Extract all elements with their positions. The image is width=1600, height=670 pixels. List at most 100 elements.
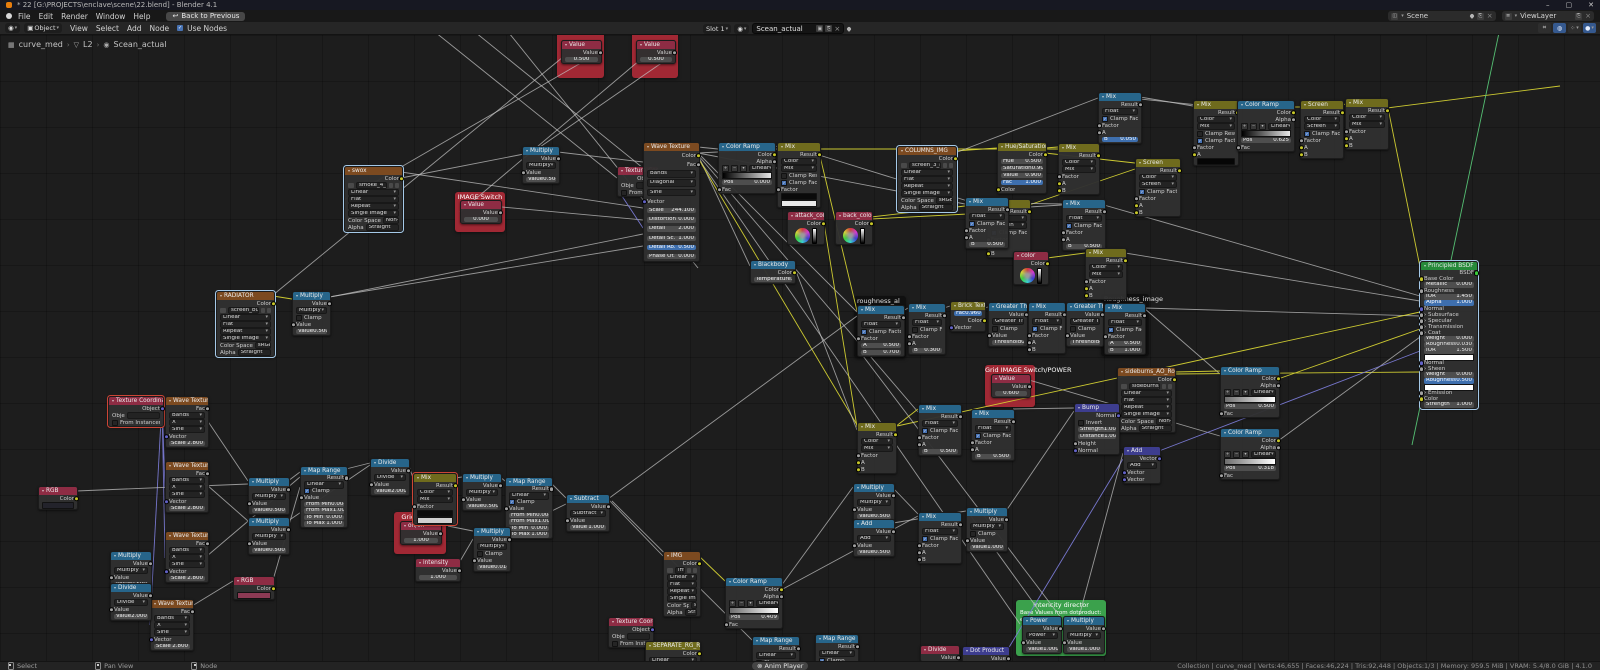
dropdown-alpha[interactable]: Straight xyxy=(1138,424,1172,433)
collapse-icon[interactable]: ▾ xyxy=(922,405,924,413)
node-mix[interactable]: ▾ Mix Result Color ▾ Mix ▾ Factor A B xyxy=(1056,143,1102,195)
value-slider[interactable] xyxy=(859,227,865,244)
checkbox-clamp[interactable]: ✓ xyxy=(819,657,825,661)
node-wave-texture[interactable]: ▾Wave TextureFacBands▾X▾Sine▾VectorScale… xyxy=(163,531,211,583)
value-slider-scale[interactable]: Scale 2.800 xyxy=(169,505,205,512)
color-swatch[interactable] xyxy=(417,517,453,524)
collapse-icon[interactable]: ▾ xyxy=(649,642,651,650)
socket[interactable] xyxy=(108,574,115,581)
ramp-tool-button[interactable]: − xyxy=(1250,123,1257,130)
socket[interactable] xyxy=(906,333,913,340)
checkbox-from-instancer[interactable] xyxy=(621,189,627,196)
node-header[interactable]: ▾Mix xyxy=(1105,304,1145,312)
socket[interactable] xyxy=(1083,292,1090,299)
editor-menu-view[interactable]: View xyxy=(66,24,92,33)
node-wave-texture[interactable]: ▾ Wave Texture Color Fac Bands ▾ Diagonal ▾ Sine… xyxy=(641,142,702,263)
checkbox-clamp-factor[interactable]: ✓ xyxy=(861,328,867,335)
node-header[interactable]: ▾Mix xyxy=(966,198,1008,206)
socket[interactable] xyxy=(1026,383,1033,390)
viewlayer-selector[interactable]: ≣ ▾ ViewLayer ⎘ × xyxy=(1501,11,1594,21)
node-header[interactable]: ▾ Color Ramp xyxy=(1221,429,1279,437)
node-header[interactable]: ▾ Map Range xyxy=(506,478,552,486)
scene-selector[interactable]: ◫ ▾ Scene ⎘ × xyxy=(1388,11,1496,21)
socket[interactable] xyxy=(497,209,504,216)
socket[interactable] xyxy=(270,585,277,592)
node-header[interactable]: ▾Brick Texture xyxy=(951,302,985,310)
collapse-icon[interactable]: ▾ xyxy=(924,646,926,654)
node-mix[interactable]: ▾MixResultColor▾Mix▾Clamp Result✓Clamp F… xyxy=(775,142,823,208)
maximize-button[interactable]: ▢ xyxy=(1566,1,1573,9)
checkbox-clamp[interactable] xyxy=(970,530,976,537)
node-header[interactable]: ▾ Subtract xyxy=(567,495,609,503)
socket[interactable] xyxy=(343,475,350,481)
node-header[interactable]: ▾ Value xyxy=(461,201,501,209)
node-header[interactable]: ▾Mix xyxy=(858,423,896,431)
socket[interactable] xyxy=(1290,109,1297,116)
material-browse-button[interactable]: ◉ ▾ xyxy=(734,23,750,34)
socket[interactable] xyxy=(1191,151,1198,158)
node-header[interactable]: ▾ Multiply xyxy=(293,292,330,300)
node-texture-coordinate[interactable]: ▾Texture CoordinateObjectObjeFrom Instan… xyxy=(107,395,166,428)
editor-menu-select[interactable]: Select xyxy=(92,24,123,33)
socket[interactable] xyxy=(1096,122,1103,129)
collapse-icon[interactable]: ▾ xyxy=(252,518,254,526)
checkbox-clamp-result[interactable] xyxy=(781,172,787,179)
socket[interactable] xyxy=(916,556,923,563)
node-header[interactable]: ▾ Principled BSDF xyxy=(1421,262,1477,270)
node-header[interactable]: ▾Mix xyxy=(1099,93,1141,101)
node-mix[interactable]: ▾MixResultFloat▾✓Clamp FactorFactorA0.50… xyxy=(855,305,907,357)
color-swatch[interactable] xyxy=(237,592,271,599)
socket[interactable] xyxy=(957,413,964,420)
collapse-icon[interactable]: ▾ xyxy=(114,552,116,560)
socket[interactable] xyxy=(368,481,375,488)
close-button[interactable]: ✕ xyxy=(1588,1,1594,9)
collapse-icon[interactable]: ▾ xyxy=(912,304,914,312)
value-slider-b[interactable]: B 0.500 xyxy=(922,448,958,455)
dropdown-diagonal[interactable]: Diagonal ▾ xyxy=(647,179,696,187)
collapse-icon[interactable]: ▾ xyxy=(754,261,756,269)
node-multiply[interactable]: ▾ Multiply Value Multiply ▾ Clamp Value Value 1.… xyxy=(964,507,1010,552)
socket[interactable] xyxy=(1418,330,1425,336)
node-mix[interactable]: ▾MixResultFloat▾✓Clamp FactorFactorAB0.0… xyxy=(1096,92,1144,144)
value-slider-b[interactable]: B 0.500 xyxy=(969,241,1005,248)
socket[interactable] xyxy=(955,654,962,661)
socket[interactable] xyxy=(816,151,823,158)
node-header[interactable]: ▾ Screen xyxy=(1136,159,1180,167)
node-header[interactable]: ▾ Bump xyxy=(1075,404,1119,412)
checkbox-clamp-factor[interactable]: ✓ xyxy=(781,179,787,186)
collapse-icon[interactable]: ▾ xyxy=(612,618,614,626)
value-slider-scale[interactable]: Scale 2.800 xyxy=(169,440,205,447)
checkbox-clamp[interactable] xyxy=(477,550,483,557)
socket[interactable] xyxy=(986,332,993,339)
value-field[interactable]: 1.000 xyxy=(404,537,438,544)
value-slider-b[interactable]: B 0.050 xyxy=(1102,136,1138,143)
checkbox-clamp-factor[interactable]: ✓ xyxy=(1304,130,1310,137)
node-header[interactable]: ▾Mix xyxy=(1029,303,1065,311)
socket[interactable] xyxy=(1418,276,1425,282)
node-intensity[interactable]: ▾ intensity Value 1.000 xyxy=(415,558,463,582)
socket[interactable] xyxy=(1060,229,1067,236)
node-header[interactable]: ▾ Map Range xyxy=(301,467,347,475)
node-header[interactable]: ▾ Multiply xyxy=(249,478,289,486)
ramp-tool-button[interactable]: ▾ xyxy=(740,165,747,172)
fake-user-shield-icon[interactable]: ▣ xyxy=(816,25,824,32)
socket[interactable] xyxy=(1096,129,1103,136)
collapse-icon[interactable]: ▾ xyxy=(374,459,376,467)
collapse-icon[interactable]: ▾ xyxy=(1067,617,1069,625)
value-slider-value[interactable]: Value 2.000 xyxy=(374,488,406,495)
value-slider-scale[interactable]: Scale 2.800 xyxy=(169,575,205,582)
socket[interactable] xyxy=(957,521,964,528)
value-slider-b[interactable]: B 0.500 xyxy=(975,453,1011,460)
node-header[interactable]: ▾ Blackbody xyxy=(751,261,795,269)
node-header[interactable]: ▾Mix xyxy=(1346,99,1388,107)
socket[interactable] xyxy=(1122,257,1129,264)
socket[interactable] xyxy=(1235,144,1242,151)
color-wheel[interactable] xyxy=(1020,268,1036,283)
node-power[interactable]: ▾ Power Value Power ▾ Value Value 1.000 xyxy=(1020,616,1064,654)
collapse-icon[interactable]: ▾ xyxy=(640,41,642,49)
value-slider-from-min[interactable]: From Min0.000 xyxy=(304,501,344,507)
socket[interactable] xyxy=(1133,209,1140,216)
socket[interactable] xyxy=(285,526,292,533)
socket[interactable] xyxy=(326,300,333,307)
node-separate-rg-r[interactable]: ▾ SEPARATE_RG_R Color Linear ▾ xyxy=(645,641,703,661)
